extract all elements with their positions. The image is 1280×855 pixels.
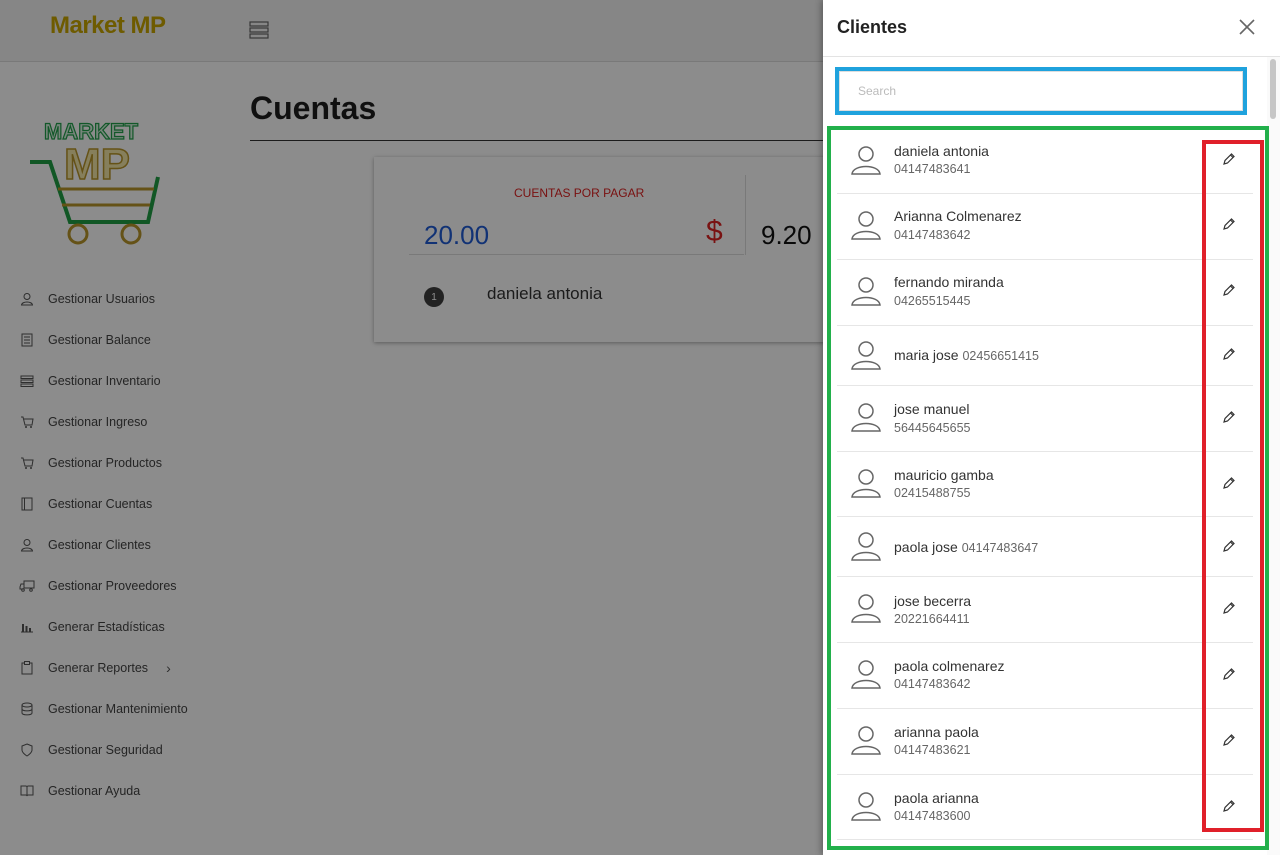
panel-header: Clientes [823, 0, 1280, 57]
search-input[interactable] [839, 71, 1243, 111]
panel-title: Clientes [837, 17, 908, 37]
clients-panel: Clientes daniela antonia 04147483641 Ari… [823, 0, 1280, 855]
client-list-highlight-box [827, 126, 1269, 850]
close-button[interactable] [1236, 16, 1258, 38]
scrollbar-thumb[interactable] [1270, 59, 1276, 119]
search-highlight-box [835, 67, 1247, 115]
close-icon [1239, 19, 1255, 35]
